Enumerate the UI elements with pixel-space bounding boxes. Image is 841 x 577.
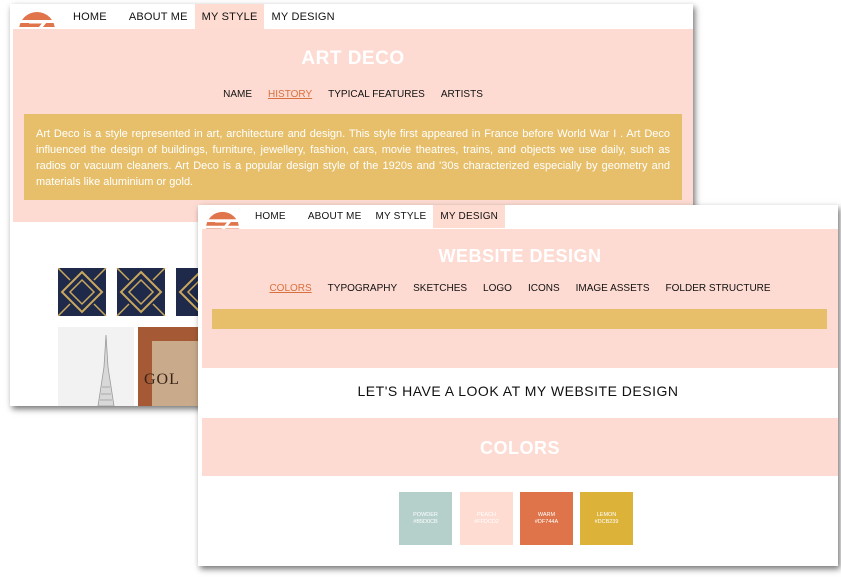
subnav-history[interactable]: HISTORY bbox=[268, 89, 312, 100]
nav-home[interactable]: HOME bbox=[248, 205, 293, 228]
history-paragraph: Art Deco is a style represented in art, … bbox=[36, 128, 670, 188]
sub-nav: NAME HISTORY TYPICAL FEATURES ARTISTS bbox=[13, 89, 693, 100]
subnav-logo[interactable]: LOGO bbox=[483, 283, 512, 294]
nav-my-style[interactable]: MY STYLE bbox=[194, 4, 265, 29]
subnav-typography[interactable]: TYPOGRAPHY bbox=[328, 283, 397, 294]
page-title: ART DECO bbox=[301, 48, 405, 69]
gold-book-text: GOL bbox=[144, 371, 180, 388]
hero-section: ART DECO NAME HISTORY TYPICAL FEATURES A… bbox=[13, 29, 693, 222]
main-nav: HOME ABOUT ME MY STYLE MY DESIGN bbox=[248, 205, 506, 228]
subnav-colors[interactable]: COLORS bbox=[269, 283, 311, 294]
swatch-warm-name: WARM bbox=[537, 511, 556, 518]
colors-title: COLORS bbox=[479, 438, 560, 458]
section-heading: LET'S HAVE A LOOK AT MY WEBSITE DESIGN bbox=[357, 383, 679, 399]
hero-section: WEBSITE DESIGN COLORS TYPOGRAPHY SKETCHE… bbox=[202, 229, 838, 368]
swatch-powder-name: POWDER bbox=[413, 511, 438, 518]
colors-header: COLORS bbox=[202, 418, 838, 476]
website-design-page-screenshot: HOME ABOUT ME MY STYLE MY DESIGN WEBSITE… bbox=[198, 205, 838, 566]
subnav-folder-structure[interactable]: FOLDER STRUCTURE bbox=[666, 283, 771, 294]
swatch-powder-hex: #B5D0CB bbox=[413, 518, 438, 525]
nav-my-design[interactable]: MY DESIGN bbox=[433, 205, 506, 228]
swatch-lemon-hex: #DCB239 bbox=[594, 518, 619, 525]
subnav-artists[interactable]: ARTISTS bbox=[441, 89, 483, 100]
subnav-name[interactable]: NAME bbox=[223, 89, 252, 100]
nav-my-design[interactable]: MY DESIGN bbox=[264, 4, 341, 29]
main-nav: HOME ABOUT ME MY STYLE MY DESIGN bbox=[66, 4, 342, 29]
swatch-lemon: LEMON #DCB239 bbox=[580, 492, 633, 545]
subnav-typical-features[interactable]: TYPICAL FEATURES bbox=[328, 89, 425, 100]
history-text-box: Art Deco is a style represented in art, … bbox=[24, 114, 682, 200]
subnav-sketches[interactable]: SKETCHES bbox=[413, 283, 467, 294]
nav-home[interactable]: HOME bbox=[66, 4, 114, 29]
swatch-peach-hex: #FFDCD2 bbox=[474, 518, 499, 525]
skyscraper-image bbox=[58, 327, 134, 406]
nav-about-me[interactable]: ABOUT ME bbox=[122, 4, 195, 29]
gold-bar bbox=[212, 309, 827, 329]
swatch-lemon-name: LEMON bbox=[596, 511, 617, 518]
page-title: WEBSITE DESIGN bbox=[438, 246, 602, 266]
swatch-warm-hex: #DF744A bbox=[534, 518, 559, 525]
swatch-peach-name: PEACH bbox=[477, 511, 496, 518]
subnav-image-assets[interactable]: IMAGE ASSETS bbox=[576, 283, 650, 294]
nav-my-style[interactable]: MY STYLE bbox=[368, 205, 433, 228]
swatch-powder: POWDER #B5D0CB bbox=[399, 492, 452, 545]
nav-about-me[interactable]: ABOUT ME bbox=[301, 205, 369, 228]
swatch-warm: WARM #DF744A bbox=[520, 492, 573, 545]
swatch-peach: PEACH #FFDCD2 bbox=[460, 492, 513, 545]
sub-nav: COLORS TYPOGRAPHY SKETCHES LOGO ICONS IM… bbox=[202, 283, 838, 294]
subnav-icons[interactable]: ICONS bbox=[528, 283, 560, 294]
